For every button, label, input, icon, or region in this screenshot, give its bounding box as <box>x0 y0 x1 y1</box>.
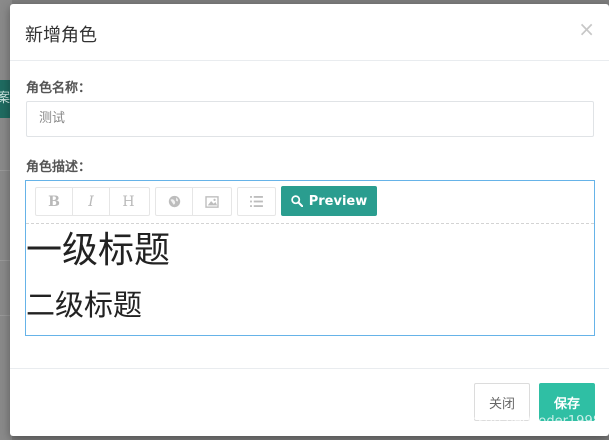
save-button[interactable]: 保存 <box>539 383 595 421</box>
insert-button-group <box>155 187 232 216</box>
editor-content[interactable]: 一级标题 二级标题 <box>26 224 594 335</box>
close-icon[interactable]: × <box>578 17 595 41</box>
modal-title: 新增角色 <box>25 25 97 46</box>
list-button-group <box>237 187 276 216</box>
format-button-group: B I H <box>35 187 150 216</box>
editor-toolbar: B I H Preview <box>26 181 594 224</box>
image-icon <box>204 195 219 208</box>
preview-button[interactable]: Preview <box>281 186 377 216</box>
italic-button[interactable]: I <box>73 188 110 215</box>
link-button[interactable] <box>156 188 193 215</box>
role-name-label: 角色名称： <box>26 81 92 96</box>
preview-label: Preview <box>308 193 368 209</box>
search-icon <box>290 195 303 207</box>
image-button[interactable] <box>193 188 230 215</box>
list-icon <box>250 196 263 207</box>
role-name-input[interactable]: 测试 <box>26 101 594 137</box>
heading-level-2: 二级标题 <box>26 288 143 322</box>
heading-level-1: 一级标题 <box>26 230 171 271</box>
list-button[interactable] <box>238 188 275 215</box>
footer-divider <box>10 368 609 369</box>
role-description-label: 角色描述： <box>26 160 92 175</box>
bold-button[interactable]: B <box>36 188 73 215</box>
close-button[interactable]: 关闭 <box>474 383 530 421</box>
globe-icon <box>168 195 180 208</box>
modal-header: 新增角色 × <box>10 4 609 61</box>
markdown-editor[interactable]: B I H Preview 一级标题 二级标题 <box>25 180 595 336</box>
add-role-modal: 新增角色 × 角色名称： 测试 角色描述： B I H Preview 一级标题… <box>10 4 609 436</box>
heading-button[interactable]: H <box>110 188 147 215</box>
